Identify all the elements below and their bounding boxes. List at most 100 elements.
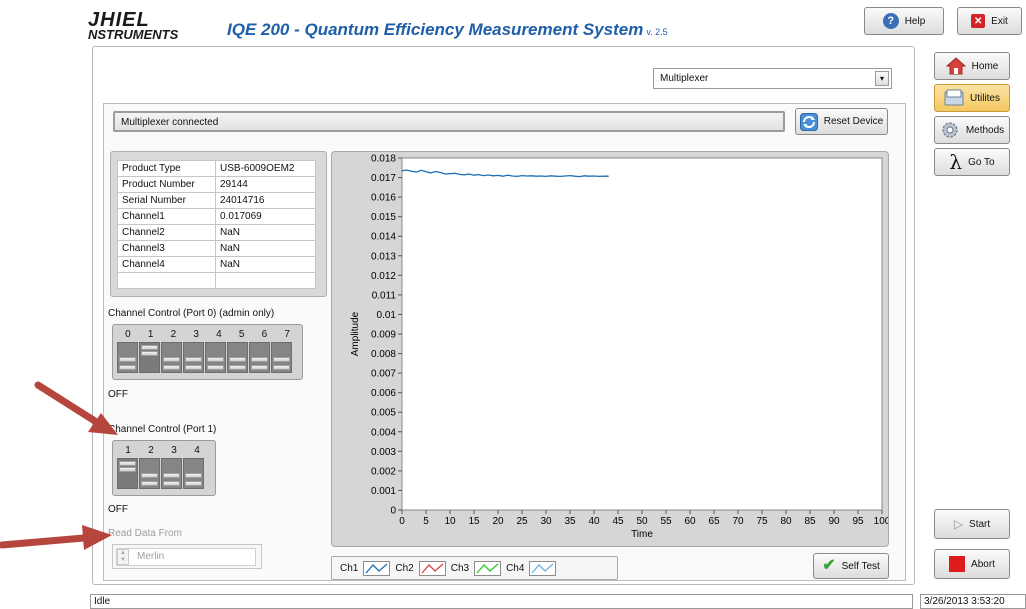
port0-channel-switch[interactable]	[117, 342, 138, 373]
port0-channel-switch[interactable]	[161, 342, 182, 373]
x-tick-label: 80	[780, 516, 792, 527]
legend-swatch[interactable]	[474, 560, 502, 576]
self-test-button[interactable]: ✔ Self Test	[813, 553, 889, 579]
methods-button[interactable]: Methods	[934, 116, 1010, 144]
x-tick-label: 0	[399, 516, 405, 527]
info-value: 29144	[214, 176, 317, 193]
x-axis: 0 5 10 15 20 25 30 35 40 45 50 55 60 65 70 75 80 85 90 95 10…	[399, 510, 888, 527]
legend-label: Ch1	[340, 562, 359, 574]
x-axis-label: Time	[631, 529, 653, 540]
legend-swatch[interactable]	[363, 560, 391, 576]
device-select[interactable]: Multiplexer ▾	[653, 68, 892, 89]
y-tick-label: 0.004	[371, 427, 396, 438]
start-button[interactable]: ▷ Start	[934, 509, 1010, 539]
goto-button[interactable]: λ Go To	[934, 148, 1010, 176]
info-row: Product Type USB-6009OEM2	[117, 160, 317, 177]
x-tick-label: 65	[708, 516, 720, 527]
port0-channel-number: 7	[284, 329, 290, 340]
switch-handle	[229, 365, 246, 370]
info-key: Product Number	[117, 176, 216, 193]
read-data-input[interactable]: Merlin	[116, 548, 256, 566]
connection-status: Multiplexer connected	[113, 111, 785, 132]
y-axis: 0 0.001 0.002 0.003 0.004 0.005 0.006 0.007 0.00…	[371, 154, 402, 517]
port0-channel-number: 1	[147, 329, 154, 340]
stop-icon	[949, 556, 966, 572]
x-tick-label: 45	[612, 516, 624, 527]
switch-handle	[141, 473, 158, 478]
port1-channel-switch[interactable]	[161, 458, 182, 489]
x-tick-label: 90	[828, 516, 840, 527]
data-point	[497, 174, 499, 176]
data-point	[492, 175, 494, 177]
utilities-button[interactable]: Utilites	[934, 84, 1010, 112]
data-point	[593, 175, 595, 177]
data-point	[569, 175, 571, 177]
x-tick-label: 100	[874, 516, 888, 527]
port1-channel-switch[interactable]	[139, 458, 160, 489]
company-logo: JHIEL NSTRUMENTS	[88, 10, 178, 41]
info-key: Product Type	[117, 160, 216, 177]
chart-frame: 0 0.001 0.002 0.003 0.004 0.005 0.006 0.007 0.00…	[331, 151, 889, 547]
y-tick-label: 0.011	[372, 290, 397, 301]
port0-channel-switch[interactable]	[183, 342, 204, 373]
annotation-arrows	[0, 381, 118, 550]
legend-label: Ch4	[506, 562, 525, 574]
switch-handle	[163, 481, 180, 486]
x-tick-label: 30	[540, 516, 552, 527]
app-title-text: IQE 200 - Quantum Efficiency Measurement…	[227, 20, 644, 39]
legend-swatch[interactable]	[418, 560, 446, 576]
info-value: USB-6009OEM2	[214, 160, 317, 177]
reset-device-button[interactable]: Reset Device	[795, 108, 888, 135]
y-tick-label: 0.003	[371, 447, 396, 458]
lambda-icon: λ	[949, 150, 963, 174]
data-point	[468, 173, 470, 175]
port0-channel-switch[interactable]	[227, 342, 248, 373]
data-point	[444, 173, 446, 175]
data-point	[579, 176, 581, 178]
home-button[interactable]: Home	[934, 52, 1010, 80]
y-tick-label: 0.015	[371, 212, 396, 223]
data-point	[598, 175, 600, 177]
help-icon: ?	[882, 13, 899, 29]
exit-button[interactable]: ✕ Exit	[957, 7, 1022, 35]
data-point	[463, 174, 465, 176]
data-point	[483, 175, 485, 177]
data-point	[449, 173, 451, 175]
device-info-table: Product Type USB-6009OEM2 Product Number 29…	[117, 160, 317, 289]
info-value: NaN	[214, 256, 317, 273]
switch-handle	[251, 357, 268, 362]
annotation-arrowhead-lower	[82, 525, 112, 550]
chevron-down-icon[interactable]: ▾	[875, 71, 889, 86]
info-key: Channel3	[117, 240, 216, 257]
data-point	[545, 175, 547, 177]
switch-handle	[273, 365, 290, 370]
port0-channel-switch[interactable]	[271, 342, 292, 373]
x-tick-label: 95	[852, 516, 864, 527]
y-tick-label: 0.013	[371, 251, 396, 262]
play-icon: ▷	[953, 517, 964, 531]
legend-swatch[interactable]	[529, 560, 557, 576]
y-tick-label: 0	[390, 506, 396, 517]
app-title: IQE 200 - Quantum Efficiency Measurement…	[227, 20, 668, 40]
info-row: Channel4 NaN	[117, 256, 317, 273]
data-point	[478, 174, 480, 176]
port0-channel-switch[interactable]	[205, 342, 226, 373]
port1-channel-number: 3	[171, 445, 177, 456]
port0-channel-switch[interactable]	[139, 342, 160, 373]
data-point	[607, 175, 609, 177]
data-point	[487, 174, 489, 176]
app-version: v. 2.5	[646, 27, 668, 37]
abort-button[interactable]: Abort	[934, 549, 1010, 579]
port1-channel-switch[interactable]	[183, 458, 204, 489]
data-point	[406, 169, 408, 171]
data-point	[564, 175, 566, 177]
help-button[interactable]: ? Help	[864, 7, 944, 35]
switch-handle	[141, 351, 158, 356]
port0-channel-number: 4	[216, 329, 222, 340]
data-point	[425, 171, 427, 173]
data-point	[473, 174, 475, 176]
port0-channel-switch[interactable]	[249, 342, 270, 373]
annotation-arrow-upper	[34, 381, 102, 427]
data-point	[603, 175, 605, 177]
switch-handle	[207, 357, 224, 362]
